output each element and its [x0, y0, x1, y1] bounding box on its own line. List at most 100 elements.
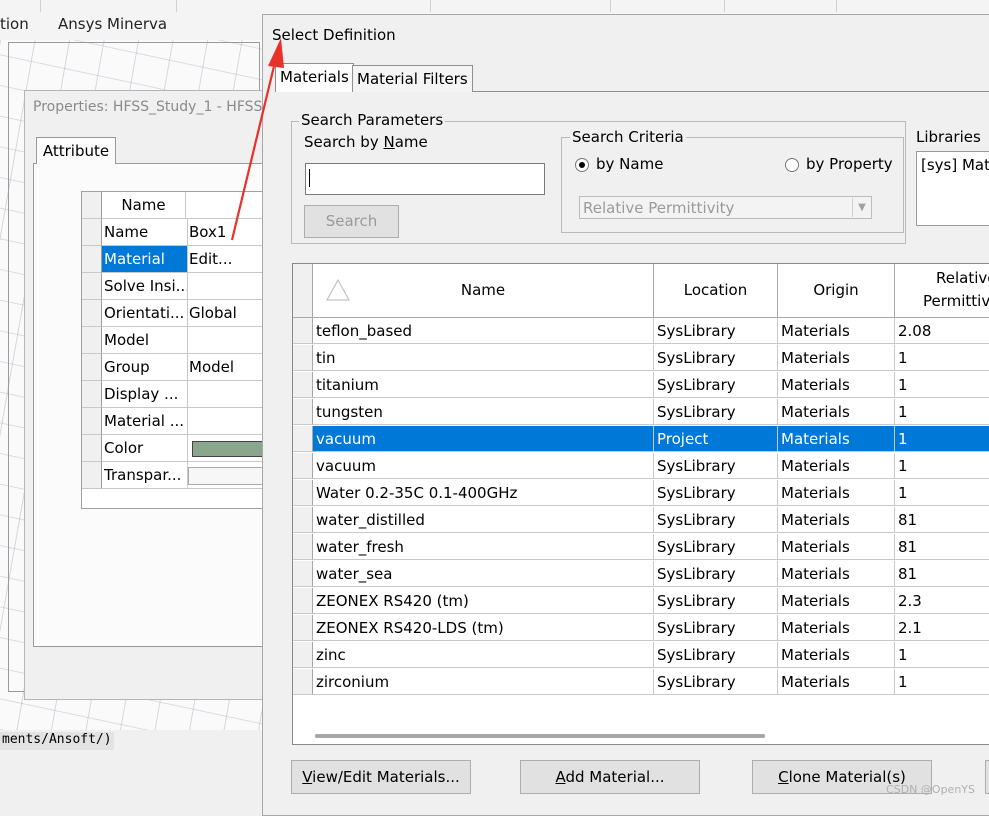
- cell-relative-permittivity[interactable]: 81: [895, 534, 989, 560]
- cell-name[interactable]: teflon_based: [313, 318, 654, 344]
- row-header[interactable]: [293, 426, 313, 452]
- row-header[interactable]: [293, 588, 313, 614]
- cell-origin[interactable]: Materials: [778, 345, 895, 371]
- cell-origin[interactable]: Materials: [778, 642, 895, 668]
- property-row-color[interactable]: Color: [82, 435, 267, 462]
- by-property-radio[interactable]: [785, 158, 799, 172]
- cell-origin[interactable]: Materials: [778, 426, 895, 452]
- table-row[interactable]: water_fresh SysLibrary Materials 81: [293, 534, 989, 561]
- cell-location[interactable]: SysLibrary: [654, 588, 778, 614]
- search-button[interactable]: Search: [304, 205, 399, 238]
- property-value[interactable]: [186, 327, 267, 354]
- row-header[interactable]: [293, 345, 313, 371]
- column-header-name[interactable]: Name: [102, 192, 186, 219]
- property-row[interactable]: Orientati... Global: [82, 300, 267, 327]
- cell-origin[interactable]: Materials: [778, 615, 895, 641]
- cell-origin[interactable]: Materials: [778, 372, 895, 398]
- row-header[interactable]: [293, 561, 313, 587]
- cell-relative-permittivity[interactable]: 81: [895, 561, 989, 587]
- cell-name[interactable]: vacuum: [313, 426, 654, 452]
- next-button-partial[interactable]: [985, 760, 989, 794]
- row-header[interactable]: [293, 480, 313, 506]
- cell-name[interactable]: water_sea: [313, 561, 654, 587]
- cell-relative-permittivity[interactable]: 1: [895, 345, 989, 371]
- cell-relative-permittivity[interactable]: 1: [895, 480, 989, 506]
- cell-origin[interactable]: Materials: [778, 669, 895, 695]
- row-header[interactable]: [293, 372, 313, 398]
- properties-window[interactable]: Properties: HFSS_Study_1 - HFSSDe Attrib…: [24, 90, 282, 700]
- property-row[interactable]: Solve Insi...: [82, 273, 267, 300]
- scrollbar-thumb[interactable]: [315, 734, 765, 738]
- table-row[interactable]: Water 0.2-35C 0.1-400GHz SysLibrary Materi…: [293, 480, 989, 507]
- cell-name[interactable]: water_fresh: [313, 534, 654, 560]
- table-row[interactable]: ZEONEX RS420-LDS (tm) SysLibrary Materials…: [293, 615, 989, 642]
- cell-relative-permittivity[interactable]: 1: [895, 642, 989, 668]
- add-material-button[interactable]: Add Material...: [520, 760, 700, 794]
- view-edit-materials-button[interactable]: View/Edit Materials...: [291, 760, 471, 794]
- cell-location[interactable]: Project: [654, 426, 778, 452]
- table-row[interactable]: titanium SysLibrary Materials 1: [293, 372, 989, 399]
- table-row[interactable]: vacuum Project Materials 1: [293, 426, 989, 453]
- row-header[interactable]: [293, 669, 313, 695]
- property-row-transparency[interactable]: Transpar...: [82, 462, 267, 489]
- menu-item[interactable]: tion: [0, 15, 29, 33]
- cell-relative-permittivity[interactable]: 1: [895, 372, 989, 398]
- cell-origin[interactable]: Materials: [778, 507, 895, 533]
- cell-origin[interactable]: Materials: [778, 453, 895, 479]
- search-name-input[interactable]: [305, 163, 545, 195]
- cell-relative-permittivity[interactable]: 2.3: [895, 588, 989, 614]
- table-row[interactable]: ZEONEX RS420 (tm) SysLibrary Materials 2.3: [293, 588, 989, 615]
- cell-relative-permittivity[interactable]: 1: [895, 426, 989, 452]
- table-row[interactable]: vacuum SysLibrary Materials 1: [293, 453, 989, 480]
- cell-name[interactable]: tungsten: [313, 399, 654, 425]
- library-item[interactable]: [sys] Mate: [921, 156, 989, 174]
- tab-material-filters[interactable]: Material Filters: [352, 65, 473, 92]
- property-row[interactable]: Model: [82, 327, 267, 354]
- row-header[interactable]: [293, 318, 313, 344]
- column-header-relative-permittivity[interactable]: Relative Permittiv: [895, 264, 989, 318]
- cell-name[interactable]: ZEONEX RS420 (tm): [313, 588, 654, 614]
- property-row[interactable]: Display ...: [82, 381, 267, 408]
- table-row[interactable]: water_distilled SysLibrary Materials 81: [293, 507, 989, 534]
- column-header-location[interactable]: Location: [654, 264, 778, 318]
- cell-name[interactable]: zinc: [313, 642, 654, 668]
- property-value[interactable]: [186, 408, 267, 435]
- column-header-value[interactable]: [186, 192, 267, 219]
- tab-materials[interactable]: Materials: [275, 63, 354, 92]
- row-header[interactable]: [293, 615, 313, 641]
- table-row[interactable]: water_sea SysLibrary Materials 81: [293, 561, 989, 588]
- property-value[interactable]: Model: [186, 354, 267, 381]
- property-value[interactable]: [186, 273, 267, 300]
- cell-origin[interactable]: Materials: [778, 480, 895, 506]
- property-row[interactable]: Group Model: [82, 354, 267, 381]
- select-definition-dialog[interactable]: Select Definition Materials Material Fil…: [262, 14, 989, 816]
- by-name-label[interactable]: by Name: [596, 155, 663, 173]
- cell-origin[interactable]: Materials: [778, 561, 895, 587]
- cell-name[interactable]: Water 0.2-35C 0.1-400GHz: [313, 480, 654, 506]
- cell-location[interactable]: SysLibrary: [654, 669, 778, 695]
- cell-name[interactable]: vacuum: [313, 453, 654, 479]
- property-select[interactable]: Relative Permittivity: [579, 196, 872, 219]
- property-value[interactable]: [186, 381, 267, 408]
- cell-location[interactable]: SysLibrary: [654, 480, 778, 506]
- cell-name[interactable]: ZEONEX RS420-LDS (tm): [313, 615, 654, 641]
- by-property-label[interactable]: by Property: [806, 155, 893, 173]
- row-header[interactable]: [293, 399, 313, 425]
- cell-name[interactable]: water_distilled: [313, 507, 654, 533]
- cell-location[interactable]: SysLibrary: [654, 345, 778, 371]
- libraries-list[interactable]: [sys] Mate: [916, 151, 989, 226]
- property-row[interactable]: Name Box1: [82, 219, 267, 246]
- cell-origin[interactable]: Materials: [778, 588, 895, 614]
- cell-origin[interactable]: Materials: [778, 318, 895, 344]
- cell-name[interactable]: zirconium: [313, 669, 654, 695]
- cell-location[interactable]: SysLibrary: [654, 642, 778, 668]
- row-header[interactable]: [293, 642, 313, 668]
- property-value[interactable]: Box1: [186, 219, 267, 246]
- cell-origin[interactable]: Materials: [778, 399, 895, 425]
- cell-location[interactable]: SysLibrary: [654, 318, 778, 344]
- row-header[interactable]: [293, 453, 313, 479]
- column-header-name[interactable]: Name: [313, 264, 654, 318]
- cell-relative-permittivity[interactable]: 2.1: [895, 615, 989, 641]
- material-edit-button[interactable]: Edit...: [186, 246, 267, 273]
- column-header-origin[interactable]: Origin: [778, 264, 895, 318]
